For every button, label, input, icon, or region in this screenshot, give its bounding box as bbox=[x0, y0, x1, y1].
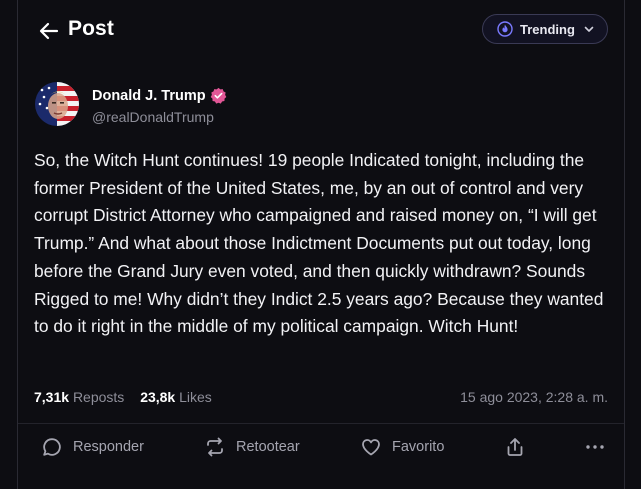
reply-label: Responder bbox=[73, 439, 144, 455]
trending-dropdown[interactable]: Trending bbox=[482, 14, 608, 44]
share-button[interactable] bbox=[504, 436, 526, 458]
reposts-label: Reposts bbox=[72, 389, 125, 405]
verified-badge-icon bbox=[210, 87, 226, 104]
post-stats: 7,31k Reposts 23,8k Likes 15 ago 2023, 2… bbox=[34, 389, 608, 409]
trending-label: Trending bbox=[520, 21, 575, 37]
reposts-count: 7,31k bbox=[34, 389, 70, 405]
retoot-button[interactable]: Retootear bbox=[204, 436, 300, 458]
reply-button[interactable]: Responder bbox=[41, 436, 144, 458]
retoot-icon bbox=[207, 437, 223, 457]
author-handle[interactable]: @realDonaldTrump bbox=[92, 109, 214, 125]
likes-count: 23,8k bbox=[140, 389, 176, 405]
fire-icon bbox=[497, 21, 513, 37]
likes-label: Likes bbox=[179, 389, 212, 405]
page-title: Post bbox=[68, 17, 114, 40]
chevron-down-icon bbox=[584, 26, 594, 32]
favorite-button[interactable]: Favorito bbox=[360, 436, 444, 458]
likes-stat[interactable]: 23,8k Likes bbox=[140, 389, 212, 405]
avatar[interactable] bbox=[35, 82, 79, 126]
post-timestamp[interactable]: 15 ago 2023, 2:28 a. m. bbox=[460, 389, 608, 405]
retoot-label: Retootear bbox=[236, 439, 300, 455]
divider bbox=[18, 423, 624, 424]
action-bar: Responder Retootear Favorito bbox=[18, 433, 624, 463]
more-options-button[interactable] bbox=[584, 436, 606, 458]
reposts-stat[interactable]: 7,31k Reposts bbox=[34, 389, 124, 405]
more-dots-icon bbox=[586, 445, 604, 449]
author-block: Donald J. Trump @realDonaldTrump bbox=[35, 82, 624, 128]
reply-icon bbox=[43, 438, 61, 456]
header: Post Trending bbox=[18, 0, 624, 60]
post-panel: Post Trending Donald J. Trump @realDonal… bbox=[17, 0, 625, 489]
favorite-label: Favorito bbox=[392, 439, 445, 455]
author-name-text: Donald J. Trump bbox=[92, 87, 206, 104]
post-text: So, the Witch Hunt continues! 19 people … bbox=[34, 150, 604, 337]
heart-icon bbox=[362, 439, 380, 456]
back-arrow-icon[interactable] bbox=[37, 19, 61, 43]
share-icon bbox=[507, 438, 523, 456]
author-name[interactable]: Donald J. Trump bbox=[92, 87, 227, 104]
